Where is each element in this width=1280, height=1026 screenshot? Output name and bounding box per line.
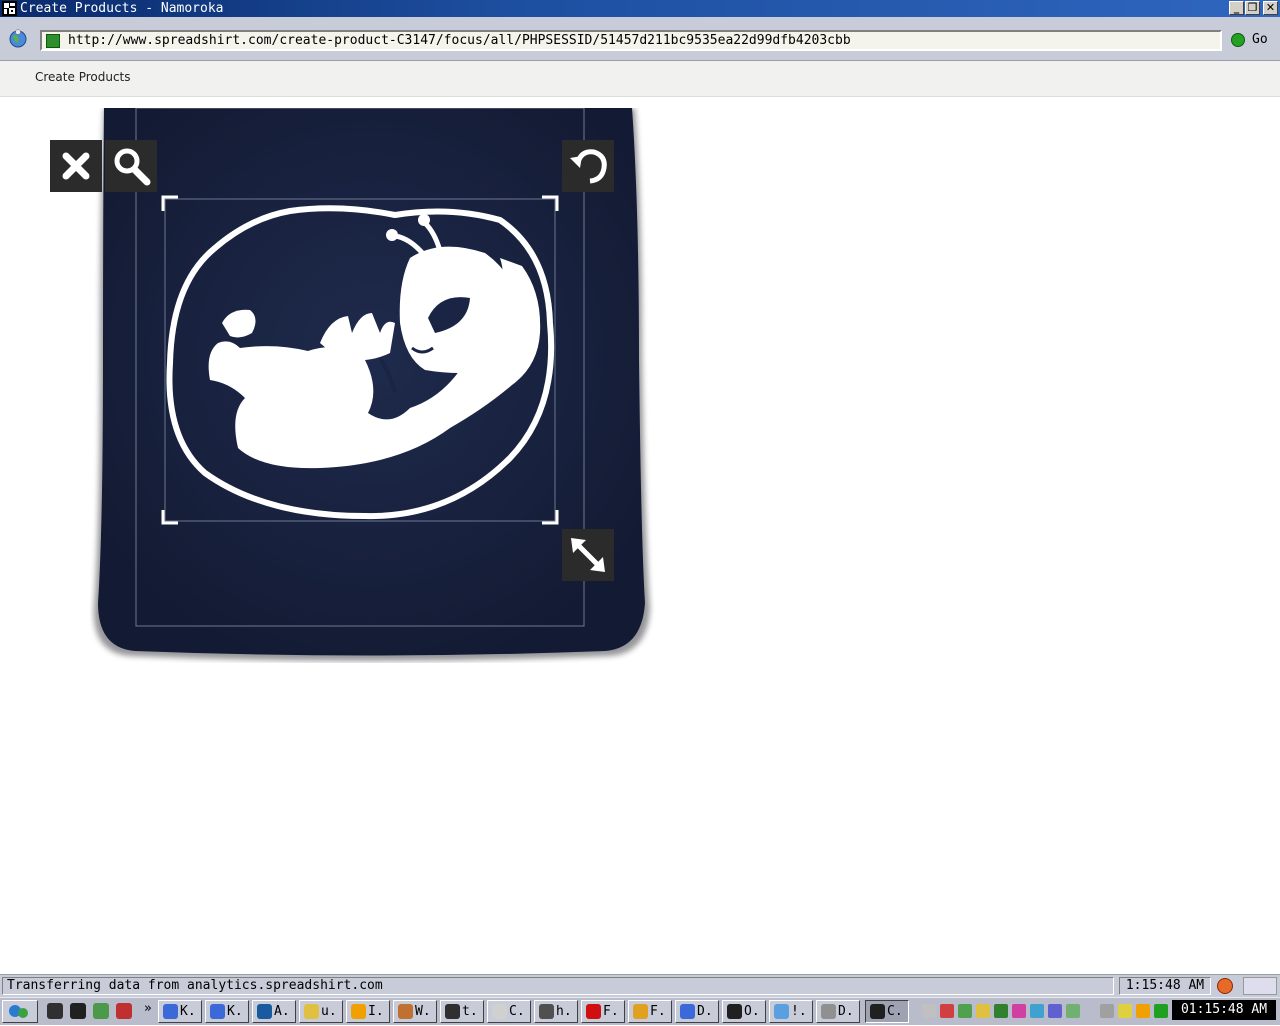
site-favicon-icon: [46, 34, 60, 48]
task-button[interactable]: W.: [393, 1000, 437, 1023]
quicklaunch-terminal-icon[interactable]: [47, 1003, 63, 1019]
close-window-button[interactable]: ✕: [1263, 1, 1278, 15]
go-arrow-icon: [1231, 33, 1245, 47]
task-button[interactable]: u.: [299, 1000, 343, 1023]
taskbar-clock[interactable]: 01:15:48 AM: [1172, 1000, 1276, 1020]
start-menu-icon: [9, 1005, 28, 1018]
task-button[interactable]: A.: [252, 1000, 296, 1023]
task-button[interactable]: K.: [205, 1000, 249, 1023]
tray-chat-icon[interactable]: [1030, 1004, 1044, 1018]
tray-network-icon[interactable]: [958, 1004, 972, 1018]
task-app-icon: [821, 1004, 836, 1019]
task-button[interactable]: F.: [581, 1000, 625, 1023]
task-app-icon: [257, 1004, 272, 1019]
tray-wifi-icon[interactable]: [1100, 1004, 1114, 1018]
go-label: Go: [1252, 32, 1268, 47]
status-time: 1:15:48 AM: [1119, 977, 1211, 995]
window-title: Create Products - Namoroka: [20, 1, 224, 16]
page-header: Create Products: [0, 61, 1280, 97]
task-app-icon: [539, 1004, 554, 1019]
task-app-icon: [727, 1004, 742, 1019]
task-button-active[interactable]: C.: [865, 1000, 909, 1023]
task-button[interactable]: I.: [346, 1000, 390, 1023]
task-app-icon: [586, 1004, 601, 1019]
resize-design-button[interactable]: [562, 529, 614, 581]
magnifier-icon: [114, 148, 151, 186]
tray-notes-icon[interactable]: [976, 1004, 990, 1018]
rotate-icon: [570, 149, 607, 184]
tray-user-icon[interactable]: [1136, 1004, 1150, 1018]
rotate-design-button[interactable]: [562, 140, 614, 192]
status-bar: Transferring data from analytics.spreads…: [0, 974, 1280, 997]
maximize-button[interactable]: ❐: [1245, 1, 1260, 15]
popup-blocker-icon[interactable]: [1217, 978, 1233, 994]
task-button[interactable]: t.: [440, 1000, 484, 1023]
url-text[interactable]: http://www.spreadshirt.com/create-produc…: [68, 32, 851, 49]
tray-display-icon[interactable]: [1048, 1004, 1062, 1018]
task-app-icon: [210, 1004, 225, 1019]
app-icon: [2, 1, 17, 16]
task-app-icon: [633, 1004, 648, 1019]
taskbar: » K. K. A. u. I. W. t. C. h. F. F. D. O.…: [0, 997, 1280, 1025]
window-title-bar: Create Products - Namoroka _ ❐ ✕: [0, 0, 1280, 17]
task-button[interactable]: !.: [769, 1000, 813, 1023]
start-button[interactable]: [2, 1000, 38, 1023]
tray-power-icon[interactable]: [1154, 1004, 1168, 1018]
task-button[interactable]: K.: [158, 1000, 202, 1023]
close-icon: [62, 152, 90, 180]
quicklaunch-more-chevron[interactable]: »: [144, 1001, 152, 1016]
page-globe-icon: [9, 29, 27, 48]
tray-phone-icon[interactable]: [994, 1004, 1008, 1018]
task-app-icon: [870, 1004, 885, 1019]
task-button[interactable]: F.: [628, 1000, 672, 1023]
zoom-design-button[interactable]: [105, 140, 157, 192]
go-button[interactable]: Go: [1228, 30, 1276, 50]
task-app-icon: [398, 1004, 413, 1019]
delete-design-button[interactable]: [50, 140, 102, 192]
task-button[interactable]: D.: [816, 1000, 860, 1023]
tray-updates-icon[interactable]: [940, 1004, 954, 1018]
quicklaunch-network-icon[interactable]: [93, 1003, 109, 1019]
resize-arrows-icon: [571, 538, 605, 572]
task-button[interactable]: D.: [675, 1000, 719, 1023]
quicklaunch-media-icon[interactable]: [116, 1003, 132, 1019]
task-app-icon: [774, 1004, 789, 1019]
task-button[interactable]: O.: [722, 1000, 766, 1023]
status-text: Transferring data from analytics.spreads…: [2, 977, 1114, 995]
task-app-icon: [492, 1004, 507, 1019]
tray-battery-icon[interactable]: [1118, 1004, 1132, 1018]
task-app-icon: [304, 1004, 319, 1019]
tray-color-icon[interactable]: [1012, 1004, 1026, 1018]
task-app-icon: [445, 1004, 460, 1019]
task-button[interactable]: C.: [487, 1000, 531, 1023]
tray-clipboard-icon[interactable]: [922, 1004, 936, 1018]
minimize-button[interactable]: _: [1229, 1, 1244, 15]
task-app-icon: [680, 1004, 695, 1019]
tray-sync-icon[interactable]: [1066, 1004, 1080, 1018]
task-button[interactable]: h.: [534, 1000, 578, 1023]
create-products-tab[interactable]: Create Products: [35, 70, 131, 84]
product-design-canvas[interactable]: [50, 107, 655, 663]
task-app-icon: [163, 1004, 178, 1019]
task-app-icon: [351, 1004, 366, 1019]
address-bar[interactable]: http://www.spreadshirt.com/create-produc…: [40, 30, 1222, 51]
connection-status-icon[interactable]: [1243, 977, 1277, 995]
quicklaunch-browser-icon[interactable]: [70, 1003, 86, 1019]
